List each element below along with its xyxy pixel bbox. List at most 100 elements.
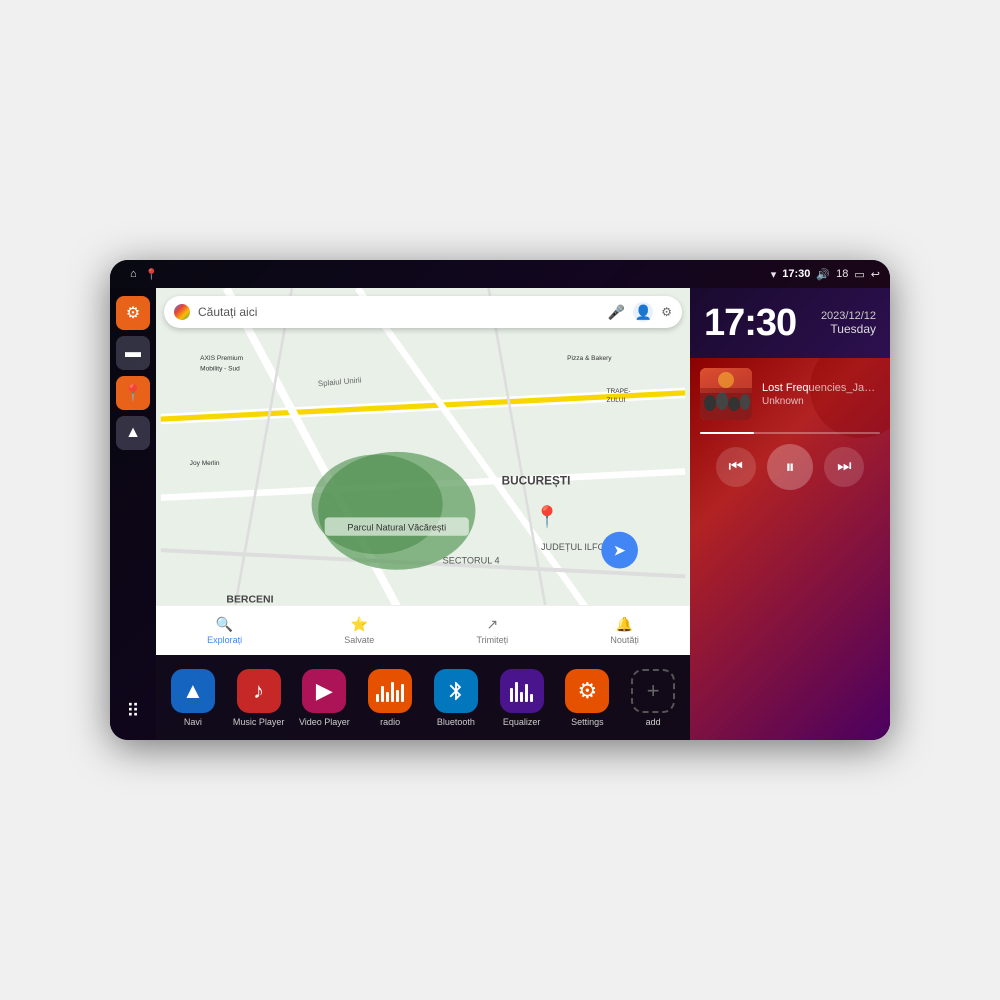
music-player-icon: ♪: [237, 669, 281, 713]
battery-level: 18: [836, 268, 848, 280]
settings-icon-container: ⚙: [565, 669, 609, 713]
device: ⌂ 📍 ▾ 17:30 🔊 18 ▭ ↩ ⚙ ▬ 📍: [110, 260, 890, 740]
app-dock: ▲ Navi ♪ Music Player ▶ Vid: [156, 655, 690, 740]
prev-icon: ⏮: [728, 458, 742, 476]
microphone-icon[interactable]: 🎤: [608, 304, 625, 321]
settings-map-icon[interactable]: ⚙: [661, 305, 672, 319]
clock-widget: 17:30 2023/12/12 Tuesday: [690, 288, 890, 358]
status-bar: ⌂ 📍 ▾ 17:30 🔊 18 ▭ ↩: [110, 260, 890, 288]
app-navi[interactable]: ▲ Navi: [160, 669, 226, 727]
svg-text:📍: 📍: [534, 504, 560, 529]
share-icon: ↗: [486, 616, 498, 633]
navi-label: Navi: [184, 717, 202, 727]
volume-icon: 🔊: [816, 268, 830, 281]
svg-text:Parcul Natural Văcărești: Parcul Natural Văcărești: [347, 522, 446, 532]
map-nav-share[interactable]: ↗ Trimiteți: [477, 616, 509, 645]
app-music-player[interactable]: ♪ Music Player: [226, 669, 292, 727]
map-search-text: Căutați aici: [198, 305, 600, 319]
news-label: Noutăți: [610, 635, 639, 645]
music-text: Lost Frequencies_Janie... Unknown: [762, 382, 880, 407]
album-art: [700, 368, 752, 420]
radio-label: radio: [380, 717, 400, 727]
app-settings[interactable]: ⚙ Settings: [555, 669, 621, 727]
status-left-icons: ⌂ 📍: [130, 268, 158, 281]
app-add[interactable]: + add: [620, 669, 686, 727]
map-status-icon: 📍: [145, 268, 159, 281]
bluetooth-label: Bluetooth: [437, 717, 475, 727]
music-artist: Unknown: [762, 396, 880, 407]
settings-gear-icon: ⚙: [578, 678, 598, 704]
map-nav-news[interactable]: 🔔 Noutăți: [610, 616, 639, 645]
equalizer-icon-container: [500, 669, 544, 713]
right-panel: 17:30 2023/12/12 Tuesday: [690, 288, 890, 740]
share-label: Trimiteți: [477, 635, 509, 645]
bluetooth-icon: [445, 680, 467, 702]
pause-button[interactable]: ⏸: [767, 444, 813, 490]
saved-label: Salvate: [344, 635, 374, 645]
sidebar-settings-button[interactable]: ⚙: [116, 296, 150, 330]
radio-eq-icon: [376, 680, 404, 702]
app-radio[interactable]: radio: [357, 669, 423, 727]
svg-text:BUCUREȘTI: BUCUREȘTI: [502, 475, 571, 488]
music-progress-fill: [700, 432, 754, 434]
map-nav-saved[interactable]: ⭐ Salvate: [344, 616, 374, 645]
google-logo: [174, 304, 190, 320]
map-container[interactable]: Parcul Natural Văcărești Splaiul Unirii …: [156, 288, 690, 655]
explore-icon: 🔍: [216, 616, 233, 633]
clock-day-line: Tuesday: [821, 322, 876, 336]
svg-text:Mobility - Sud: Mobility - Sud: [200, 366, 240, 373]
map-nav-explore[interactable]: 🔍 Explorați: [207, 616, 242, 645]
clock-time: 17:30: [704, 302, 796, 345]
add-plus-icon: +: [647, 678, 660, 704]
app-bluetooth[interactable]: Bluetooth: [423, 669, 489, 727]
main-content: ⚙ ▬ 📍 ▲ ⠿: [110, 288, 890, 740]
sidebar-apps-button[interactable]: ⠿: [116, 694, 150, 728]
video-player-label: Video Player: [299, 717, 350, 727]
svg-text:SECTORUL 4: SECTORUL 4: [443, 555, 500, 565]
status-time: 17:30: [782, 268, 810, 280]
navi-icon: ▲: [171, 669, 215, 713]
folder-icon: ▬: [125, 344, 141, 362]
wifi-icon: ▾: [771, 268, 777, 281]
equalizer-icon: [510, 680, 533, 702]
add-icon-container: +: [631, 669, 675, 713]
svg-text:AXIS Premium: AXIS Premium: [200, 355, 243, 362]
svg-text:BERCENI: BERCENI: [226, 595, 273, 606]
sidebar: ⚙ ▬ 📍 ▲ ⠿: [110, 288, 156, 740]
apps-grid-icon: ⠿: [126, 701, 139, 722]
music-controls: ⏮ ⏸ ⏭: [700, 444, 880, 490]
svg-text:➤: ➤: [613, 542, 626, 559]
clock-date: 2023/12/12 Tuesday: [821, 310, 876, 336]
next-icon: ⏭: [837, 458, 851, 476]
clock-date-line: 2023/12/12: [821, 310, 876, 322]
pause-icon: ⏸: [785, 457, 794, 478]
next-button[interactable]: ⏭: [824, 447, 864, 487]
home-icon: ⌂: [130, 268, 137, 281]
sidebar-folder-button[interactable]: ▬: [116, 336, 150, 370]
video-player-icon: ▶: [302, 669, 346, 713]
map-pin-icon: 📍: [123, 383, 143, 403]
sidebar-nav-button[interactable]: ▲: [116, 416, 150, 450]
svg-text:Joy Merlin: Joy Merlin: [190, 460, 220, 467]
app-equalizer[interactable]: Equalizer: [489, 669, 555, 727]
explore-label: Explorați: [207, 635, 242, 645]
map-search-bar[interactable]: Căutați aici 🎤 👤 ⚙: [164, 296, 682, 328]
news-icon: 🔔: [616, 616, 633, 633]
user-icon[interactable]: 👤: [633, 302, 653, 322]
svg-text:TRAPE-: TRAPE-: [607, 388, 631, 395]
back-icon[interactable]: ↩: [871, 268, 880, 281]
equalizer-label: Equalizer: [503, 717, 541, 727]
bluetooth-icon-container: [434, 669, 478, 713]
map-svg: Parcul Natural Văcărești Splaiul Unirii …: [156, 288, 690, 655]
radio-icon: [368, 669, 412, 713]
music-progress-bar[interactable]: [700, 432, 880, 434]
settings-icon: ⚙: [126, 303, 140, 323]
settings-label: Settings: [571, 717, 604, 727]
sidebar-map-button[interactable]: 📍: [116, 376, 150, 410]
prev-button[interactable]: ⏮: [716, 447, 756, 487]
battery-icon: ▭: [854, 268, 864, 281]
music-widget: Lost Frequencies_Janie... Unknown ⏮ ⏸: [690, 358, 890, 740]
music-title: Lost Frequencies_Janie...: [762, 382, 880, 394]
app-video-player[interactable]: ▶ Video Player: [292, 669, 358, 727]
svg-text:JUDEȚUL ILFOV: JUDEȚUL ILFOV: [541, 542, 612, 552]
